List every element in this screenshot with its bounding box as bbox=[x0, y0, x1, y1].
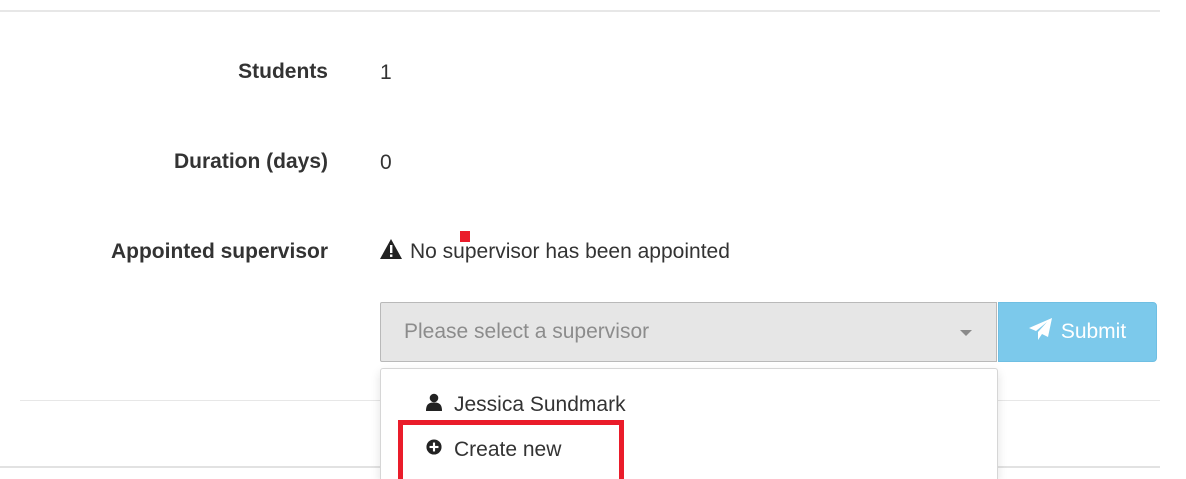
submit-button[interactable]: Submit bbox=[998, 302, 1157, 362]
students-value: 1 bbox=[380, 61, 392, 84]
highlight-box bbox=[398, 420, 624, 479]
red-marker bbox=[460, 231, 470, 242]
paper-plane-icon bbox=[1028, 318, 1053, 346]
submit-button-label: Submit bbox=[1060, 320, 1127, 343]
supervisor-status: No supervisor has been appointed bbox=[380, 239, 730, 265]
top-divider bbox=[0, 0, 1160, 12]
students-label: Students bbox=[238, 60, 328, 83]
option-label: Jessica Sundmark bbox=[454, 393, 626, 416]
warning-icon bbox=[380, 239, 402, 265]
chevron-down-icon bbox=[960, 330, 972, 336]
supervisor-status-text: No supervisor has been appointed bbox=[410, 240, 730, 263]
supervisor-label: Appointed supervisor bbox=[110, 240, 328, 263]
user-icon bbox=[426, 393, 442, 417]
supervisor-select-placeholder: Please select a supervisor bbox=[404, 320, 650, 343]
option-jessica-sundmark[interactable]: Jessica Sundmark bbox=[426, 393, 626, 417]
duration-value: 0 bbox=[380, 151, 392, 174]
supervisor-select[interactable]: Please select a supervisor bbox=[380, 302, 997, 362]
duration-label: Duration (days) bbox=[173, 150, 328, 173]
